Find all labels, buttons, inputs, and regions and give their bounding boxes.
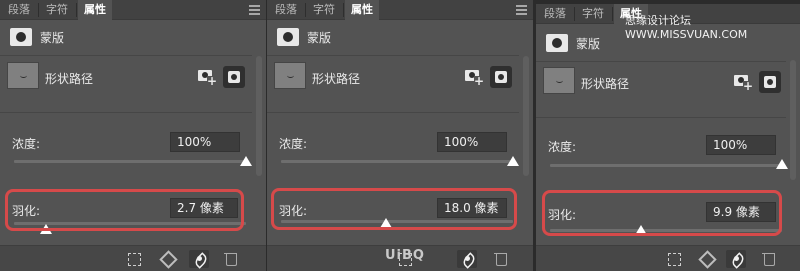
divider	[536, 117, 786, 118]
load-selection-icon[interactable]: +	[196, 66, 218, 88]
load-selection-icon[interactable]: +	[463, 66, 485, 88]
density-slider-track[interactable]	[550, 164, 782, 167]
tab-paragraph[interactable]: 段落	[269, 0, 303, 20]
divider	[267, 112, 519, 113]
tab-paragraph[interactable]: 段落	[2, 0, 36, 20]
properties-panel-2: 段落 字符 属性 蒙版 形状路径 + 浓度: 100% 羽化: 18.0 像素	[267, 0, 533, 271]
feather-highlight	[271, 188, 517, 230]
density-field[interactable]: 100%	[706, 135, 776, 155]
divider	[267, 55, 519, 56]
mask-thumbnail[interactable]	[274, 62, 306, 89]
shape-path-label: 形状路径	[45, 72, 94, 86]
density-field[interactable]: 100%	[170, 132, 240, 152]
mask-icon	[546, 34, 568, 52]
density-label: 浓度:	[548, 140, 577, 154]
tab-paragraph[interactable]: 段落	[538, 4, 572, 24]
tab-separator	[76, 3, 77, 17]
feather-highlight	[5, 189, 244, 231]
scrollbar[interactable]	[256, 56, 262, 176]
eye-icon[interactable]	[189, 250, 209, 268]
density-field[interactable]: 100%	[437, 132, 507, 152]
site-logo: UiBQ	[385, 248, 425, 263]
mask-thumbnail[interactable]	[543, 67, 575, 94]
mask-label: 蒙版	[307, 31, 332, 45]
vector-mask-icon[interactable]	[490, 66, 512, 88]
shape-path-label: 形状路径	[581, 77, 630, 91]
panel-menu-icon[interactable]	[249, 5, 260, 15]
properties-panel-1: 段落 字符 属性 蒙版 形状路径 + 浓度: 100% 羽化: 2.7 像素	[0, 0, 266, 271]
tab-separator	[574, 7, 575, 21]
tab-separator	[612, 7, 613, 21]
tab-separator	[305, 3, 306, 17]
mask-icon	[10, 28, 32, 46]
panel-tab-bar: 段落 字符 属性	[267, 0, 533, 20]
mask-label: 蒙版	[576, 37, 601, 51]
tab-character[interactable]: 字符	[576, 4, 610, 24]
feather-highlight	[542, 190, 782, 236]
divider	[0, 112, 252, 113]
density-label: 浓度:	[279, 137, 308, 151]
panel-footer	[0, 245, 266, 271]
tab-properties[interactable]: 属性	[78, 0, 112, 20]
scrollbar[interactable]	[790, 60, 796, 180]
mask-thumbnail[interactable]	[7, 62, 39, 89]
density-slider-track[interactable]	[14, 160, 246, 163]
eye-icon[interactable]	[457, 250, 477, 268]
divider	[536, 61, 786, 62]
selection-icon[interactable]	[664, 250, 684, 268]
tab-character[interactable]: 字符	[40, 0, 74, 20]
density-slider-track[interactable]	[281, 160, 513, 163]
density-slider-knob[interactable]	[776, 159, 788, 169]
divider	[0, 55, 252, 56]
vector-mask-icon[interactable]	[223, 66, 245, 88]
scrollbar[interactable]	[523, 56, 529, 176]
mask-header: 蒙版	[0, 20, 266, 54]
density-label: 浓度:	[12, 137, 41, 151]
selection-icon[interactable]	[124, 250, 144, 268]
mask-icon	[277, 28, 299, 46]
tab-separator	[343, 3, 344, 17]
eye-icon[interactable]	[726, 250, 746, 268]
tab-properties[interactable]: 属性	[345, 0, 379, 20]
watermark: 思缘设计论坛 WWW.MISSVUAN.COM	[625, 14, 748, 41]
mask-header: 蒙版	[267, 20, 533, 54]
trash-icon[interactable]	[221, 250, 241, 268]
panel-tab-bar: 段落 字符 属性	[0, 0, 266, 20]
trash-icon[interactable]	[759, 250, 779, 268]
tab-separator	[38, 3, 39, 17]
properties-panel-3: 段落 字符 属性 蒙版 形状路径 + 浓度: 100% 羽化: 9.9 像素	[536, 4, 800, 271]
density-slider-knob[interactable]	[240, 156, 252, 166]
panel-menu-icon[interactable]	[516, 5, 527, 15]
panel-footer	[536, 245, 800, 271]
mask-label: 蒙版	[40, 31, 65, 45]
apply-mask-icon[interactable]	[157, 250, 177, 268]
vector-mask-icon[interactable]	[759, 71, 781, 93]
density-slider-knob[interactable]	[507, 156, 519, 166]
load-selection-icon[interactable]: +	[732, 71, 754, 93]
shape-path-label: 形状路径	[312, 72, 361, 86]
tab-character[interactable]: 字符	[307, 0, 341, 20]
apply-mask-icon[interactable]	[696, 250, 716, 268]
trash-icon[interactable]	[491, 250, 511, 268]
